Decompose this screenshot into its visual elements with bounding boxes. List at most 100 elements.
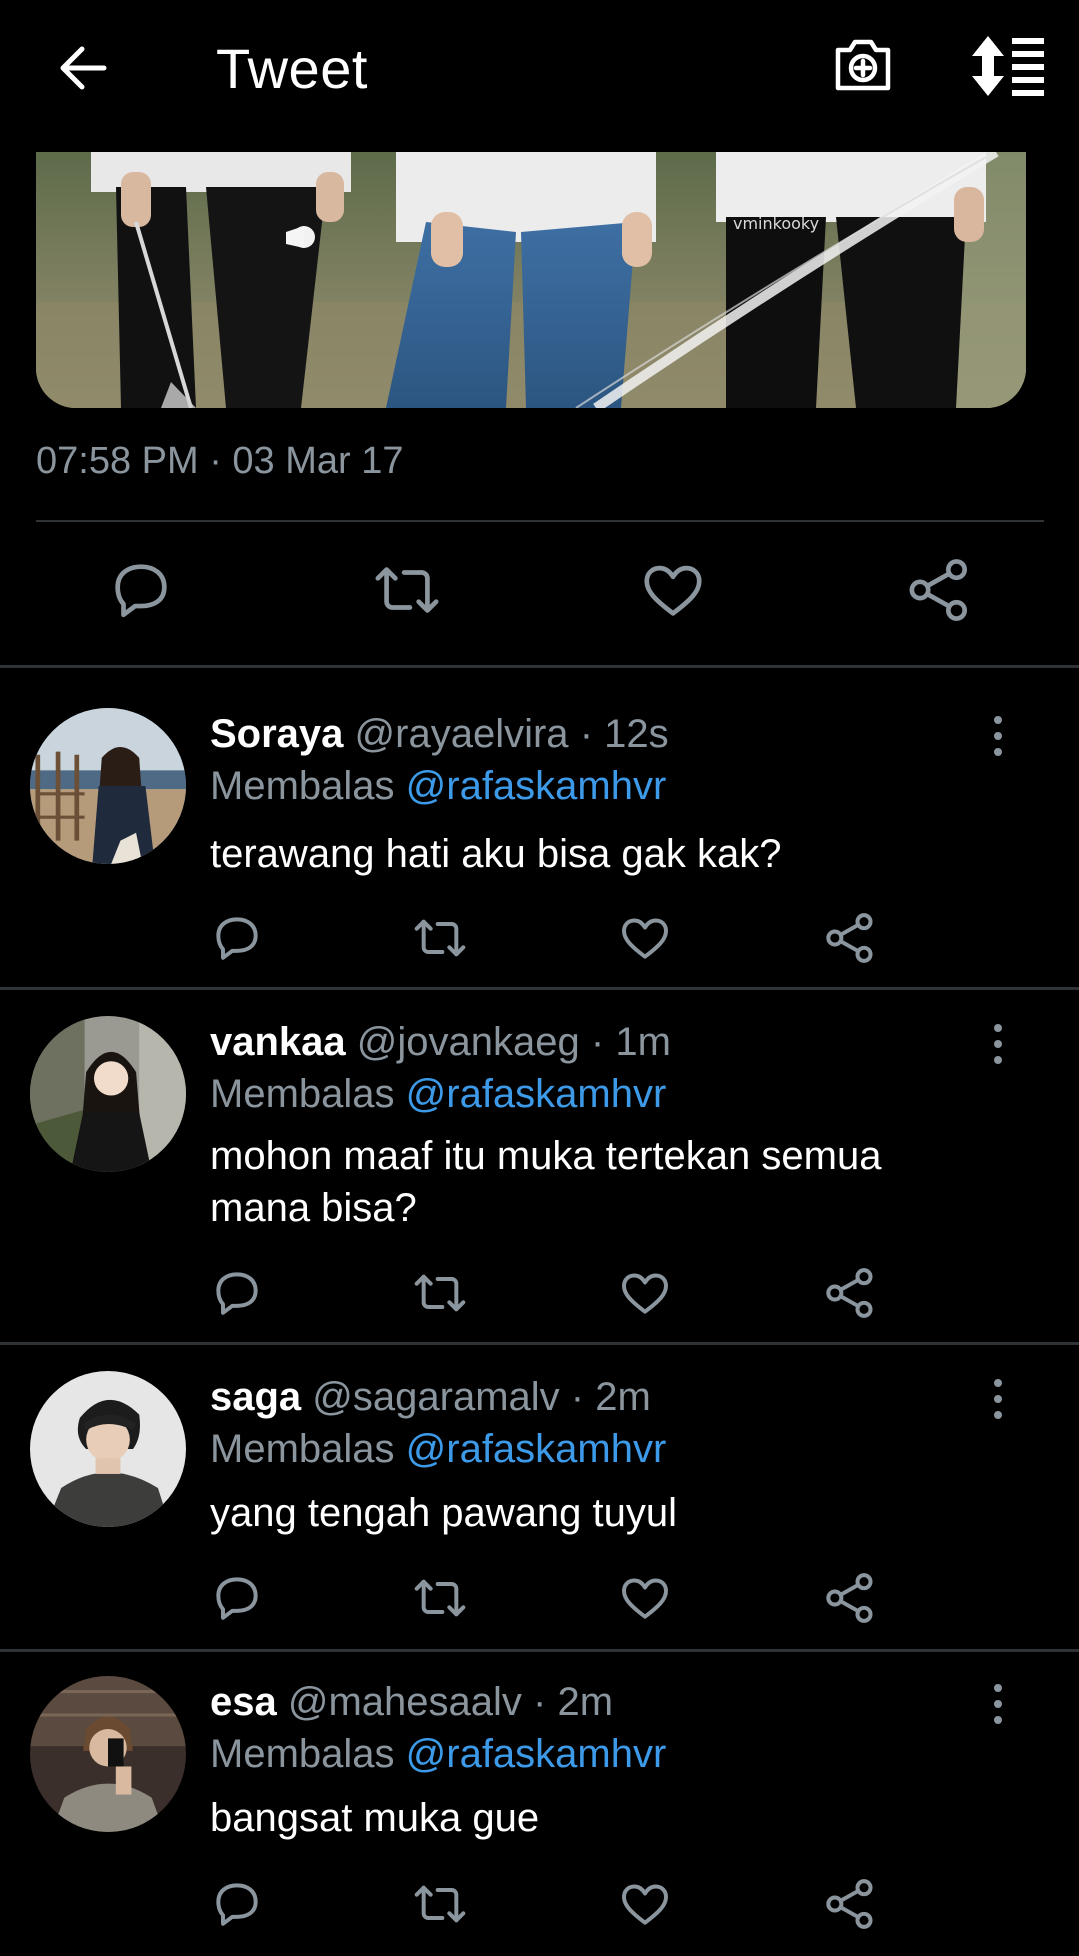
back-button[interactable] [52,36,116,100]
display-name[interactable]: Soraya [210,712,343,756]
separator-dot: · [579,712,594,756]
reply-time: 12s [604,712,669,756]
share-icon [826,1879,873,1929]
retweet-button[interactable] [372,555,442,625]
avatar[interactable] [30,708,186,864]
comment-icon [216,917,258,960]
comment-icon [216,1272,258,1315]
reply-button[interactable] [209,1265,265,1321]
share-icon [826,913,873,963]
share-button[interactable] [904,555,974,625]
more-options-button[interactable] [982,1680,1014,1728]
reply-text: yang tengah pawang tuyul [210,1491,678,1535]
retweet-button[interactable] [412,1265,468,1321]
replying-label: Membalas [210,1732,395,1776]
replying-to: Membalas @rafaskamhvr [210,764,666,809]
reply-time: 2m [557,1680,614,1724]
reply-header: saga @sagaramalv · 2m [210,1375,651,1420]
more-options-button[interactable] [982,1375,1014,1423]
mention-link[interactable]: @rafaskamhvr [406,1427,667,1471]
retweet-button[interactable] [412,910,468,966]
reply-item: esa @mahesaalv · 2m Membalas @rafaskamhv… [0,1652,1079,1956]
replying-label: Membalas [210,1072,395,1116]
mention-link[interactable]: @rafaskamhvr [406,1072,667,1116]
reply-button[interactable] [209,1570,265,1626]
retweet-icon [414,919,466,957]
more-vertical-icon [994,716,1002,756]
retweet-button[interactable] [412,1876,468,1932]
page-title: Tweet [216,37,368,100]
display-name[interactable]: vankaa [210,1020,346,1064]
reply-header: Soraya @rayaelvira · 12s [210,712,669,757]
more-vertical-icon [994,1024,1002,1064]
share-button[interactable] [822,1265,878,1321]
more-vertical-icon [994,1379,1002,1419]
separator-dot: · [570,1375,585,1419]
share-icon [826,1268,873,1318]
retweet-icon [414,1579,466,1617]
reply-item: vankaa @jovankaeg · 1m Membalas @rafaska… [0,990,1079,1342]
retweet-icon [375,567,439,613]
sort-list-icon [972,36,1044,96]
separator-dot: · [590,1020,605,1064]
heart-icon [644,565,702,616]
reply-button[interactable] [106,555,176,625]
comment-icon [216,1577,258,1620]
avatar[interactable] [30,1676,186,1832]
reply-time: 2m [595,1375,651,1419]
mention-link[interactable]: @rafaskamhvr [406,764,667,808]
arrow-left-icon [60,46,107,90]
reply-item: saga @sagaramalv · 2m Membalas @rafaskam… [0,1345,1079,1649]
reply-text: mohon maaf itu muka tertekan semua mana … [210,1134,882,1230]
like-button[interactable] [638,555,708,625]
sort-button[interactable] [968,34,1048,98]
display-name[interactable]: esa [210,1680,277,1724]
replying-label: Membalas [210,1427,395,1471]
user-handle: @jovankaeg [356,1020,580,1064]
camera-plus-icon [835,39,891,91]
more-options-button[interactable] [982,712,1014,760]
display-name[interactable]: saga [210,1375,301,1419]
avatar-photo [30,1676,186,1832]
comment-icon [115,564,167,618]
divider [36,520,1044,522]
replying-label: Membalas [210,764,395,808]
avatar[interactable] [30,1371,186,1527]
like-button[interactable] [617,910,673,966]
separator-dot: · [533,1680,547,1724]
heart-icon [622,1578,668,1619]
share-button[interactable] [822,1876,878,1932]
share-button[interactable] [822,1570,878,1626]
reply-button[interactable] [209,1876,265,1932]
like-button[interactable] [617,1876,673,1932]
mention-link[interactable]: @rafaskamhvr [406,1732,667,1776]
like-button[interactable] [617,1570,673,1626]
user-handle: @sagaramalv [312,1375,560,1419]
reply-header: vankaa @jovankaeg · 1m [210,1020,671,1065]
reply-text: bangsat muka gue [210,1796,540,1840]
camera-button[interactable] [830,32,896,98]
tweet-media[interactable]: vminkooky [36,152,1026,408]
replying-to: Membalas @rafaskamhvr [210,1732,666,1777]
avatar-photo [30,1371,186,1527]
user-handle: @mahesaalv [287,1680,522,1724]
share-icon [826,1573,873,1623]
heart-icon [622,918,668,959]
more-options-button[interactable] [982,1020,1014,1068]
avatar-photo [30,708,186,864]
tweet-timestamp: 07:58 PM · 03 Mar 17 [36,440,404,482]
heart-icon [622,1273,668,1314]
avatar[interactable] [30,1016,186,1172]
replying-to: Membalas @rafaskamhvr [210,1072,666,1117]
reply-button[interactable] [209,910,265,966]
comment-icon [216,1883,258,1926]
tweet-photo: vminkooky [36,152,1026,408]
replying-to: Membalas @rafaskamhvr [210,1427,666,1472]
reply-time: 1m [615,1020,671,1064]
like-button[interactable] [617,1265,673,1321]
tweet-actions [0,545,1079,640]
more-vertical-icon [994,1684,1002,1724]
share-button[interactable] [822,910,878,966]
retweet-button[interactable] [412,1570,468,1626]
reply-text: terawang hati aku bisa gak kak? [210,832,782,876]
